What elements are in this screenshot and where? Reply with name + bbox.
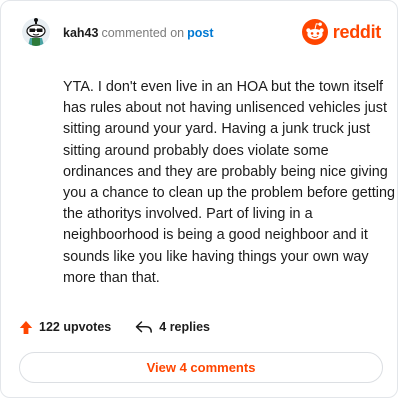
comment-header: kah43 commented on post reddit (17, 15, 381, 51)
comment-body: YTA. I don't even live in an HOA but the… (63, 79, 396, 286)
post-link[interactable]: post (187, 26, 213, 40)
snoo-avatar-icon (22, 18, 50, 46)
view-comments-button[interactable]: View 4 comments (19, 352, 383, 383)
reply-arrow-icon (136, 321, 153, 333)
reddit-logo[interactable]: reddit (301, 19, 382, 45)
comment-actions: 122 upvotes 4 replies (19, 317, 210, 337)
reply-button[interactable]: 4 replies (135, 320, 210, 334)
reply-count: 4 replies (159, 320, 210, 334)
reddit-logo-icon (301, 19, 328, 45)
username-link[interactable]: kah43 (63, 26, 98, 40)
upvote-button[interactable]: 122 upvotes (19, 320, 111, 335)
reddit-wordmark: reddit (332, 21, 382, 42)
comment-meta: kah43 commented on post (63, 26, 214, 40)
user-avatar[interactable] (22, 18, 50, 46)
comment-card: kah43 commented on post reddit YTA. I don'… (0, 0, 398, 398)
commented-on-label: commented on (101, 26, 185, 40)
upvote-arrow-icon (19, 320, 33, 334)
upvote-count: 122 upvotes (39, 320, 112, 334)
